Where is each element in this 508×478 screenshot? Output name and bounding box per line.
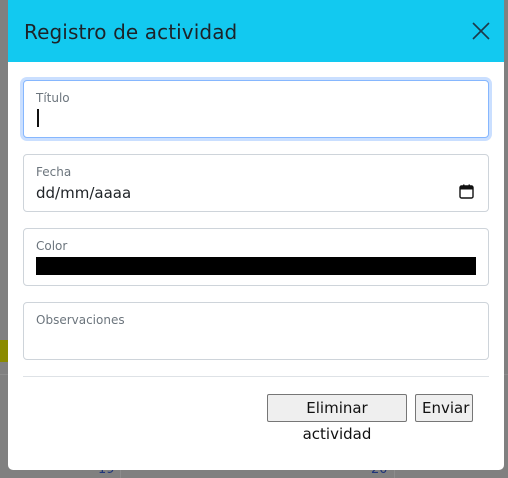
color-swatch[interactable] [36,257,476,275]
send-button[interactable]: Enviar [415,394,473,422]
notes-field[interactable]: Observaciones [23,302,489,360]
delete-activity-button[interactable]: Eliminar actividad [267,394,407,443]
date-label: Fecha [36,165,72,179]
close-button[interactable] [470,20,492,42]
calendar-icon[interactable] [459,184,474,199]
calendar-event-strip [0,340,8,362]
color-field[interactable]: Color [23,228,489,286]
title-field[interactable]: Título [23,80,489,138]
notes-label: Observaciones [36,313,125,327]
close-icon [472,22,490,40]
text-caret [37,109,39,127]
modal-header: Registro de actividad [8,0,504,62]
title-label: Título [36,91,70,105]
activity-modal: Registro de actividad Título Fecha dd/mm… [8,0,504,470]
modal-title: Registro de actividad [24,20,238,44]
footer-divider [23,376,489,377]
date-field[interactable]: Fecha dd/mm/aaaa [23,154,489,212]
date-value: dd/mm/aaaa [36,184,132,202]
color-label: Color [36,239,68,253]
